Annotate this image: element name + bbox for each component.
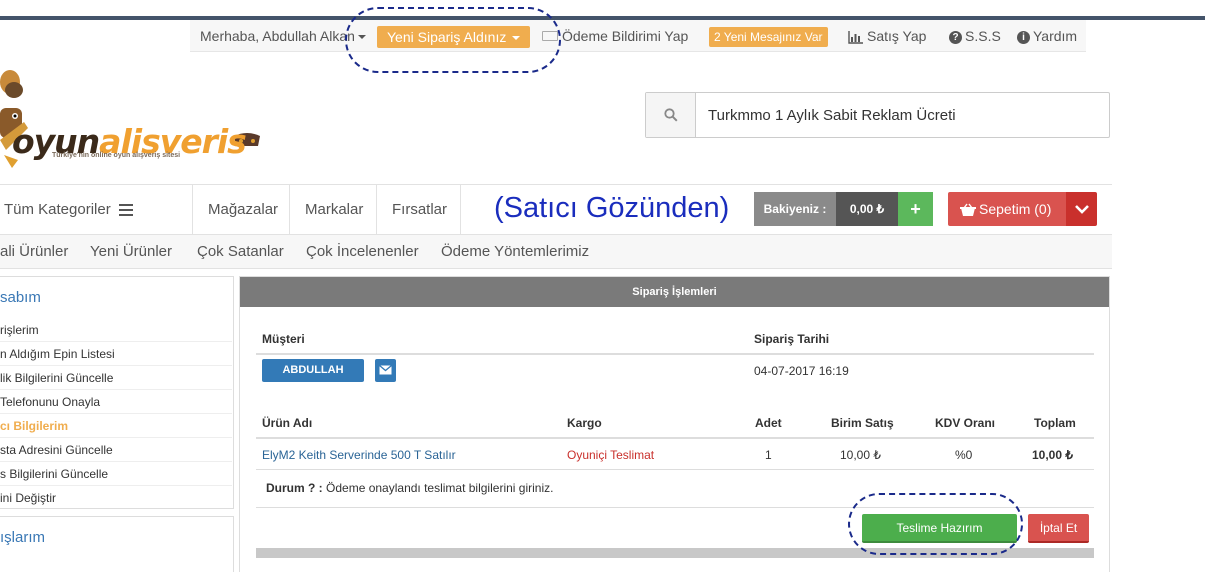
shopping-basket-icon [960, 203, 976, 217]
quantity-value: 1 [765, 448, 772, 462]
nav-divider [289, 185, 290, 234]
nav-most-viewed[interactable]: Çok İncelenenler [306, 235, 419, 269]
search-input[interactable] [696, 93, 1108, 137]
shipping-type: Oyuniçi Teslimat [567, 448, 655, 462]
unit-price-value: 10,00 ₺ [840, 448, 881, 462]
nav-new-products[interactable]: Yeni Ürünler [90, 235, 172, 269]
col-total-header: Toplam [1034, 416, 1076, 430]
info-circle-icon: i [1017, 30, 1030, 44]
user-greeting: Merhaba, Abdullah Alkan [200, 28, 355, 44]
sidebar-item-update-identity[interactable]: lik Bilgilerini Güncelle [0, 366, 232, 390]
cancel-order-button[interactable]: İptal Et [1028, 514, 1089, 543]
nav-payment-methods[interactable]: Ödeme Yöntemlerimiz [441, 235, 589, 269]
add-balance-button[interactable]: + [898, 192, 933, 226]
balance-label: Bakiyeniz : [754, 192, 836, 226]
sell-link[interactable]: Satış Yap [848, 20, 926, 52]
payment-notice-link[interactable]: Ödeme Bildirimi Yap [542, 20, 688, 52]
sales-sidebar: ışlarım [0, 516, 234, 572]
order-date-value: 04-07-2017 16:19 [754, 364, 849, 378]
user-greeting-menu[interactable]: Merhaba, Abdullah Alkan [200, 20, 366, 52]
panel-title: Sipariş İşlemleri [240, 277, 1109, 307]
cart-button[interactable]: Sepetim (0) [948, 192, 1066, 226]
sidebar-item-epin-list[interactable]: n Aldığım Epin Listesi [0, 342, 232, 366]
status-label: Durum ? : [266, 481, 323, 495]
nav-divider [460, 185, 461, 234]
search-icon [664, 108, 678, 122]
faq-link[interactable]: ? S.S.S [949, 20, 1001, 52]
sidebar-item-update-billing[interactable]: s Bilgilerini Güncelle [0, 462, 232, 486]
message-customer-button[interactable] [375, 359, 396, 382]
highlight-oval [848, 493, 1023, 555]
site-logo[interactable]: oyunalisveris Türkiye'nin online oyun al… [0, 60, 260, 170]
table-divider [256, 469, 1094, 470]
search-button[interactable] [646, 93, 696, 137]
customer-header: Müşteri [262, 332, 305, 346]
cart-label: Sepetim (0) [979, 201, 1052, 217]
total-value: 10,00 ₺ [1032, 448, 1073, 462]
faq-label: S.S.S [965, 28, 1001, 44]
help-label: Yardım [1033, 28, 1078, 44]
seller-view-annotation: (Satıcı Gözünden) [494, 192, 730, 224]
col-shipping-header: Kargo [567, 416, 602, 430]
sidebar-item-change-password[interactable]: ini Değiştir [0, 486, 232, 510]
nav-deals[interactable]: Fırsatlar [392, 185, 447, 234]
nav-divider [192, 185, 193, 234]
secondary-nav: ali Ürünler Yeni Ürünler Çok Satanlar Ço… [0, 235, 1112, 269]
search-box [645, 92, 1110, 138]
payment-notice-label: Ödeme Bildirimi Yap [562, 28, 689, 44]
table-divider [256, 437, 1094, 439]
nav-best-sellers[interactable]: Çok Satanlar [197, 235, 284, 269]
help-link[interactable]: i Yardım [1017, 20, 1077, 52]
col-product-header: Ürün Adı [262, 416, 313, 430]
account-sidebar: sabım rişlerim n Aldığım Epin Listesi li… [0, 276, 234, 509]
all-categories-label: Tüm Kategoriler [4, 201, 111, 218]
sidebar-title: sabım [0, 289, 41, 306]
chevron-down-icon [1075, 205, 1089, 214]
question-circle-icon: ? [949, 30, 962, 44]
customer-name-button[interactable]: ABDULLAH ALKAN [262, 359, 364, 399]
top-bar: Merhaba, Abdullah Alkan Ödeme Bildirimi … [190, 20, 1086, 52]
envelope-icon [379, 365, 392, 375]
sidebar-sales-title: ışlarım [0, 529, 45, 546]
col-unit-price-header: Birim Satış [831, 416, 894, 430]
status-text: Ödeme onaylandı teslimat bilgilerini gir… [326, 481, 554, 495]
highlight-oval [345, 7, 561, 73]
nav-special-products[interactable]: ali Ürünler [0, 235, 68, 269]
col-qty-header: Adet [755, 416, 782, 430]
sidebar-item-seller-info[interactable]: cı Bilgilerim [0, 414, 232, 438]
sidebar-item-purchases[interactable]: rişlerim [0, 318, 232, 342]
vat-value: %0 [955, 448, 973, 462]
nav-divider [376, 185, 377, 234]
sidebar-item-update-address[interactable]: sta Adresini Güncelle [0, 438, 232, 462]
bar-chart-icon [848, 30, 863, 44]
order-status: Durum ? : Ödeme onaylandı teslimat bilgi… [266, 481, 553, 495]
all-categories-menu[interactable]: Tüm Kategoriler [4, 185, 133, 234]
cart-dropdown-toggle[interactable] [1066, 192, 1097, 226]
sidebar-item-verify-phone[interactable]: Telefonunu Onayla [0, 390, 232, 414]
sell-label: Satış Yap [867, 28, 927, 44]
order-date-header: Sipariş Tarihi [754, 332, 830, 346]
nav-stores[interactable]: Mağazalar [208, 185, 278, 234]
nav-brands[interactable]: Markalar [305, 185, 363, 234]
hamburger-menu-icon [118, 204, 133, 217]
product-name-link[interactable]: ElyM2 Keith Serverinde 500 T Satılır [262, 448, 456, 462]
logo-tagline: Türkiye'nin online oyun alışveriş sitesi [52, 152, 181, 159]
table-divider [256, 353, 1094, 355]
col-vat-header: KDV Oranı [935, 416, 996, 430]
balance-value: 0,00 ₺ [836, 192, 898, 226]
messages-badge[interactable]: 2 Yeni Mesajınız Var [709, 27, 828, 47]
